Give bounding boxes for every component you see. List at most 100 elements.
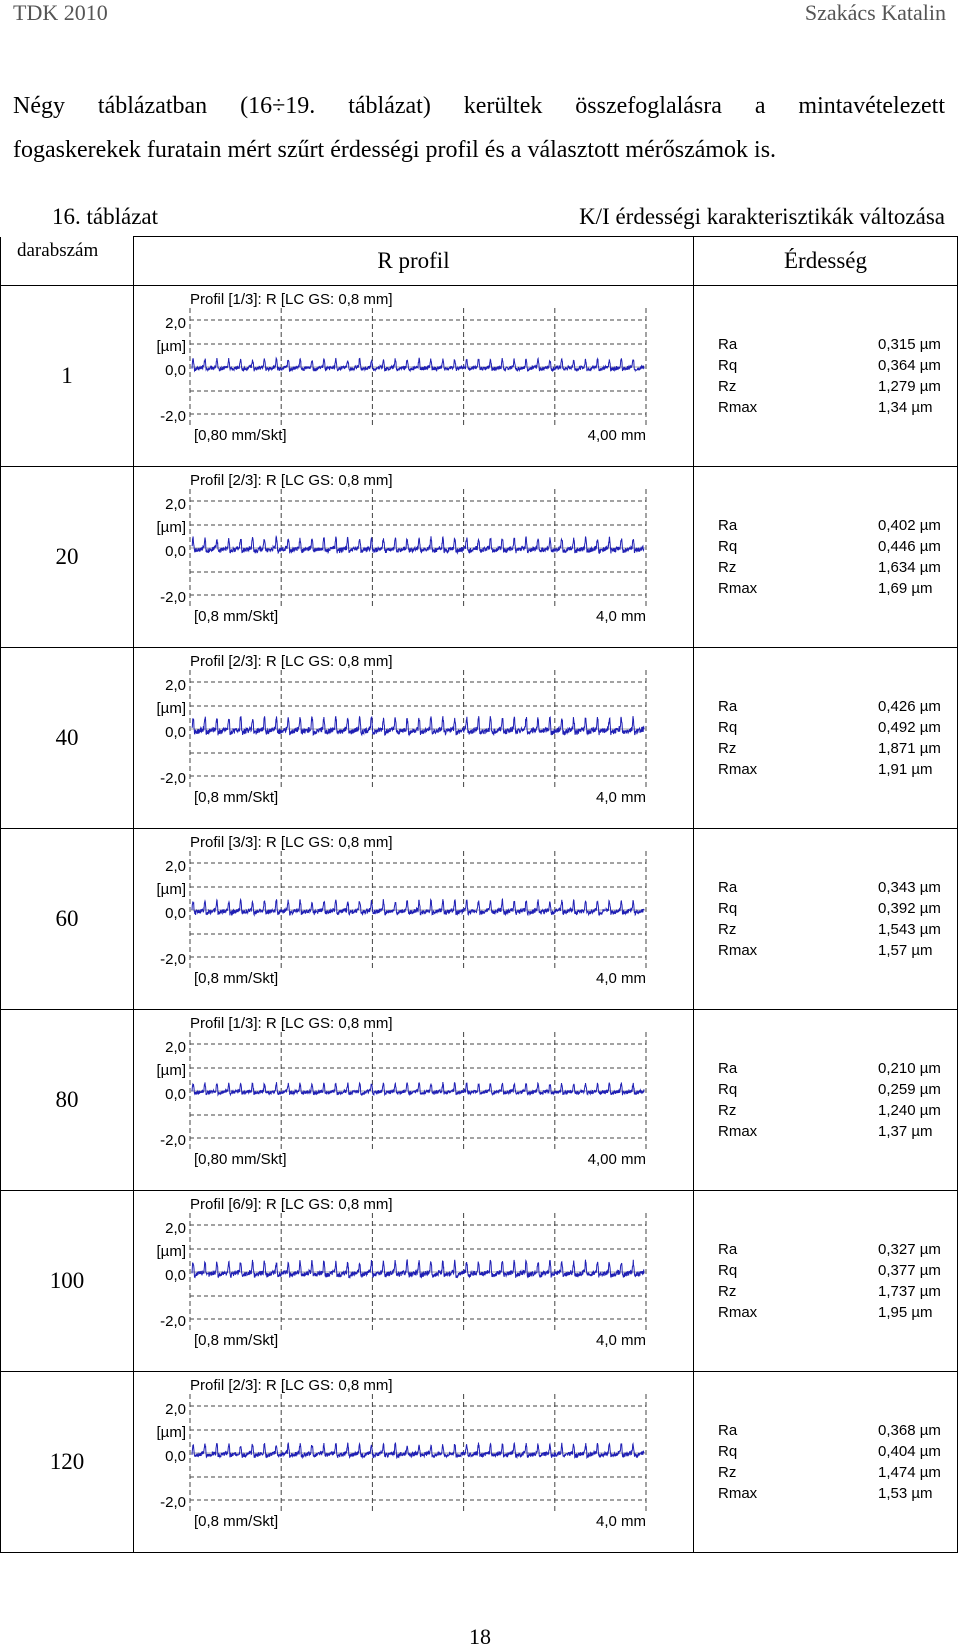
roughness-profile-chart: Profil [1/3]: R [LC GS: 0,8 mm]2,0 [µm] 0,… bbox=[157, 1015, 647, 1168]
parameter-row: Rq 0,446 µm bbox=[694, 536, 957, 557]
parameter-row: Rq 0,392 µm bbox=[694, 898, 957, 919]
parameter-row: Ra 0,210 µm bbox=[694, 1058, 957, 1079]
parameter-name: Rq bbox=[718, 1081, 738, 1098]
table-row: 120 Profil [2/3]: R [LC GS: 0,8 mm] 2,0 [µm… bbox=[0, 1371, 958, 1553]
table-row: 100 Profil [6/9]: R [LC GS: 0,8 mm] 2,0 [µm… bbox=[0, 1190, 958, 1372]
page-header: TDK 2010 Szakács Katalin bbox=[0, 0, 960, 34]
profile-cell: Profil [2/3]: R [LC GS: 0,8 mm] 2,0 [µm] 0,… bbox=[133, 1371, 694, 1553]
roughness-cell: Ra 0,402 µm Rq 0,446 µm Rz 1,634 µm Rmax 1,69 µ… bbox=[693, 466, 958, 648]
parameter-row: Rmax 1,37 µm bbox=[694, 1121, 957, 1142]
intro-paragraph: Négy táblázatban (16÷19. táblázat) kerül… bbox=[13, 84, 945, 172]
roughness-parameters: Ra 0,210 µm Rq 0,259 µm Rz 1,240 µm Rmax 1,37 µ… bbox=[694, 1058, 957, 1142]
roughness-parameters: Ra 0,368 µm Rq 0,404 µm Rz 1,474 µm Rmax 1,53 µ… bbox=[694, 1420, 957, 1504]
profile-title: Profil [2/3]: R [LC GS: 0,8 mm] bbox=[190, 1377, 393, 1394]
parameter-value: 0,315 µm bbox=[878, 336, 941, 353]
sample-count: 20 bbox=[0, 466, 134, 648]
y-label-zero: 0,0 bbox=[165, 362, 186, 379]
parameter-value: 1,474 µm bbox=[878, 1464, 941, 1481]
x-scale-label: [0,8 mm/Skt] bbox=[194, 1513, 278, 1530]
parameter-value: 0,364 µm bbox=[878, 357, 941, 374]
parameter-name: Rmax bbox=[718, 1485, 758, 1502]
parameter-value: 0,402 µm bbox=[878, 517, 941, 534]
parameter-name: Rmax bbox=[718, 580, 758, 597]
y-label-max: 2,0 bbox=[165, 496, 186, 513]
parameter-name: Rq bbox=[718, 357, 738, 374]
parameter-row: Rmax 1,95 µm bbox=[694, 1302, 957, 1323]
x-length-label: 4,00 mm bbox=[588, 1151, 646, 1168]
roughness-profile-chart: Profil [2/3]: R [LC GS: 0,8 mm]2,0 [µm] 0,… bbox=[157, 1377, 647, 1530]
parameter-row: Ra 0,343 µm bbox=[694, 877, 957, 898]
y-label-zero: 0,0 bbox=[165, 1086, 186, 1103]
table-body: 1 Profil [1/3]: R [LC GS: 0,8 mm] 2,0 [µm] 0… bbox=[0, 285, 958, 1553]
parameter-value: 1,634 µm bbox=[878, 559, 941, 576]
sample-count: 100 bbox=[0, 1190, 134, 1372]
parameter-name: Rq bbox=[718, 1262, 738, 1279]
profile-trace bbox=[191, 356, 645, 373]
profile-trace bbox=[191, 1258, 645, 1279]
y-label-max: 2,0 bbox=[165, 1039, 186, 1056]
parameter-row: Rz 1,474 µm bbox=[694, 1462, 957, 1483]
y-label-min: -2,0 bbox=[160, 1313, 186, 1330]
parameter-row: Rz 1,279 µm bbox=[694, 376, 957, 397]
roughness-cell: Ra 0,327 µm Rq 0,377 µm Rz 1,737 µm Rmax 1,95 µ… bbox=[693, 1190, 958, 1372]
y-label-max: 2,0 bbox=[165, 315, 186, 332]
parameter-name: Ra bbox=[718, 698, 738, 715]
parameter-value: 1,53 µm bbox=[878, 1485, 933, 1502]
y-label-min: -2,0 bbox=[160, 589, 186, 606]
table-row: 40 Profil [2/3]: R [LC GS: 0,8 mm] 2,0 [µm]… bbox=[0, 647, 958, 829]
profile-title: Profil [2/3]: R [LC GS: 0,8 mm] bbox=[190, 472, 393, 489]
parameter-value: 1,91 µm bbox=[878, 761, 933, 778]
parameter-row: Ra 0,315 µm bbox=[694, 334, 957, 355]
x-length-label: 4,0 mm bbox=[596, 789, 646, 806]
profile-trace bbox=[191, 535, 645, 555]
parameter-value: 1,871 µm bbox=[878, 740, 941, 757]
parameter-name: Ra bbox=[718, 1422, 738, 1439]
x-length-label: 4,00 mm bbox=[588, 427, 646, 444]
profile-title: Profil [1/3]: R [LC GS: 0,8 mm] bbox=[190, 291, 393, 308]
paragraph-line-1: Négy táblázatban (16÷19. táblázat) kerül… bbox=[13, 93, 945, 119]
parameter-name: Rmax bbox=[718, 1304, 758, 1321]
parameter-value: 1,57 µm bbox=[878, 942, 933, 959]
y-label-max: 2,0 bbox=[165, 858, 186, 875]
profile-trace bbox=[191, 897, 645, 917]
parameter-name: Rmax bbox=[718, 761, 758, 778]
sample-count: 1 bbox=[0, 285, 134, 467]
parameter-row: Ra 0,402 µm bbox=[694, 515, 957, 536]
x-length-label: 4,0 mm bbox=[596, 608, 646, 625]
parameter-row: Rq 0,404 µm bbox=[694, 1441, 957, 1462]
table-row: 1 Profil [1/3]: R [LC GS: 0,8 mm] 2,0 [µm] 0… bbox=[0, 285, 958, 467]
parameter-row: Rq 0,492 µm bbox=[694, 717, 957, 738]
y-unit-label: [µm] bbox=[157, 881, 186, 898]
x-scale-label: [0,8 mm/Skt] bbox=[194, 1332, 278, 1349]
parameter-name: Ra bbox=[718, 879, 738, 896]
parameter-value: 1,34 µm bbox=[878, 399, 933, 416]
sample-count: 80 bbox=[0, 1009, 134, 1191]
parameter-name: Ra bbox=[718, 1060, 738, 1077]
parameter-name: Rq bbox=[718, 1443, 738, 1460]
profile-trace bbox=[191, 1081, 645, 1097]
profile-title: Profil [6/9]: R [LC GS: 0,8 mm] bbox=[190, 1196, 393, 1213]
parameter-row: Rz 1,737 µm bbox=[694, 1281, 957, 1302]
sample-count: 60 bbox=[0, 828, 134, 1010]
x-length-label: 4,0 mm bbox=[596, 1513, 646, 1530]
y-unit-label: [µm] bbox=[157, 338, 186, 355]
x-scale-label: [0,8 mm/Skt] bbox=[194, 608, 278, 625]
header-left: TDK 2010 bbox=[13, 0, 108, 25]
parameter-value: 1,543 µm bbox=[878, 921, 941, 938]
profile-trace bbox=[191, 715, 645, 737]
profile-title: Profil [2/3]: R [LC GS: 0,8 mm] bbox=[190, 653, 393, 670]
roughness-cell: Ra 0,315 µm Rq 0,364 µm Rz 1,279 µm Rmax 1,34 µ… bbox=[693, 285, 958, 467]
x-length-label: 4,0 mm bbox=[596, 1332, 646, 1349]
parameter-value: 0,492 µm bbox=[878, 719, 941, 736]
column-header-profile: R profil bbox=[133, 236, 694, 286]
parameter-value: 1,240 µm bbox=[878, 1102, 941, 1119]
x-scale-label: [0,8 mm/Skt] bbox=[194, 970, 278, 987]
page-number: 18 bbox=[469, 1624, 491, 1649]
y-label-zero: 0,0 bbox=[165, 1267, 186, 1284]
roughness-parameters: Ra 0,426 µm Rq 0,492 µm Rz 1,871 µm Rmax 1,91 µ… bbox=[694, 696, 957, 780]
parameter-row: Rz 1,871 µm bbox=[694, 738, 957, 759]
y-label-min: -2,0 bbox=[160, 1132, 186, 1149]
y-unit-label: [µm] bbox=[157, 1243, 186, 1260]
parameter-value: 0,426 µm bbox=[878, 698, 941, 715]
roughness-parameters: Ra 0,315 µm Rq 0,364 µm Rz 1,279 µm Rmax 1,34 µ… bbox=[694, 334, 957, 418]
